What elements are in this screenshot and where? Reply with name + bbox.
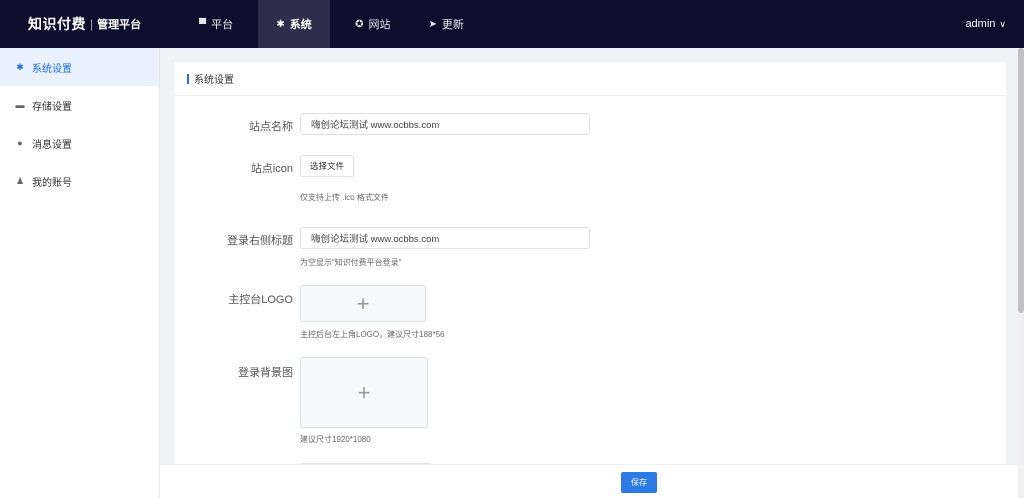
nav-label: 平台 — [211, 19, 234, 31]
login-background-hint: 建议尺寸1920*1080 — [300, 435, 371, 444]
nav-item-platform[interactable]: ▀ 平台 — [186, 0, 246, 48]
choose-file-button[interactable]: 选择文件 — [300, 155, 354, 177]
login-title-hint: 为空显示“知识付费平台登录” — [300, 258, 402, 267]
scrollbar-thumb[interactable] — [1018, 48, 1024, 313]
console-logo-upload[interactable]: + — [300, 285, 426, 322]
site-icon-hint: 仅支持上传 .ico 格式文件 — [300, 193, 389, 202]
console-logo-label: 主控台LOGO — [228, 294, 293, 306]
chevron-down-icon: ∨ — [999, 18, 1006, 29]
site-name-input[interactable]: 嗨创论坛测试 www.ocbbs.com — [300, 113, 590, 135]
brand-subtitle: 管理平台 — [97, 19, 142, 31]
user-icon: ♟ — [15, 175, 25, 186]
save-button[interactable]: 保存 — [621, 472, 657, 493]
brand-separator: | — [90, 17, 94, 31]
plus-icon: + — [357, 379, 371, 405]
sidebar-item-my-account[interactable]: ♟ 我的账号 — [0, 162, 159, 200]
sidebar-item-storage-settings[interactable]: ▬ 存储设置 — [0, 86, 159, 124]
login-background-label: 登录背景图 — [238, 367, 293, 379]
user-menu[interactable]: admin ∨ — [965, 0, 1006, 48]
nav-label: 网站 — [368, 19, 391, 31]
nav-item-update[interactable]: ➤ 更新 — [415, 0, 476, 48]
folder-icon: ▬ — [15, 100, 25, 110]
brand-logo[interactable]: 知识付费 | 管理平台 — [0, 0, 160, 48]
top-navbar: 知识付费 | 管理平台 ▀ 平台 ✱ 系统 ✪ 网站 ➤ 更新 admin ∨ — [0, 0, 1024, 48]
card-header: 系统设置 — [174, 62, 1006, 96]
card-title: 系统设置 — [194, 75, 234, 86]
sidebar-item-label: 系统设置 — [32, 63, 72, 75]
circle-icon: ✪ — [355, 18, 364, 30]
brand-name: 知识付费 — [28, 16, 86, 32]
nav-label: 更新 — [441, 19, 464, 31]
plus-icon: + — [356, 290, 370, 316]
site-name-label: 站点名称 — [249, 121, 293, 133]
header-accent-bar — [187, 73, 189, 84]
nav-item-system[interactable]: ✱ 系统 — [258, 0, 331, 48]
gear-icon: ✱ — [276, 18, 285, 30]
footer-bar: 保存 — [160, 464, 1024, 498]
username: admin — [965, 18, 996, 30]
nav-label: 系统 — [289, 19, 312, 31]
sidebar-item-label: 存储设置 — [32, 101, 72, 113]
scrollbar[interactable] — [1018, 48, 1024, 498]
sidebar-item-label: 我的账号 — [32, 177, 72, 189]
main-nav: ▀ 平台 ✱ 系统 ✪ 网站 ➤ 更新 — [186, 0, 489, 48]
login-title-label: 登录右侧标题 — [227, 235, 293, 247]
sidebar-item-message-settings[interactable]: ● 消息设置 — [0, 124, 159, 162]
send-icon: ➤ — [428, 18, 437, 30]
gear-icon: ✱ — [16, 61, 24, 72]
nav-item-website[interactable]: ✪ 网站 — [342, 0, 403, 48]
chat-icon: ● — [17, 138, 23, 148]
monitor-icon: ▀ — [199, 18, 207, 30]
login-title-input[interactable]: 嗨创论坛测试 www.ocbbs.com — [300, 227, 590, 249]
settings-card: 系统设置 站点名称 嗨创论坛测试 www.ocbbs.com 站点icon 选择… — [174, 62, 1006, 498]
sidebar: ✱ 系统设置 ▬ 存储设置 ● 消息设置 ♟ 我的账号 — [0, 48, 160, 498]
site-icon-label: 站点icon — [250, 163, 293, 175]
sidebar-item-label: 消息设置 — [32, 139, 72, 151]
console-logo-hint: 主控后台左上角LOGO，建议尺寸188*56 — [300, 330, 445, 339]
login-background-upload[interactable]: + — [300, 357, 428, 428]
sidebar-item-system-settings[interactable]: ✱ 系统设置 — [0, 48, 159, 86]
